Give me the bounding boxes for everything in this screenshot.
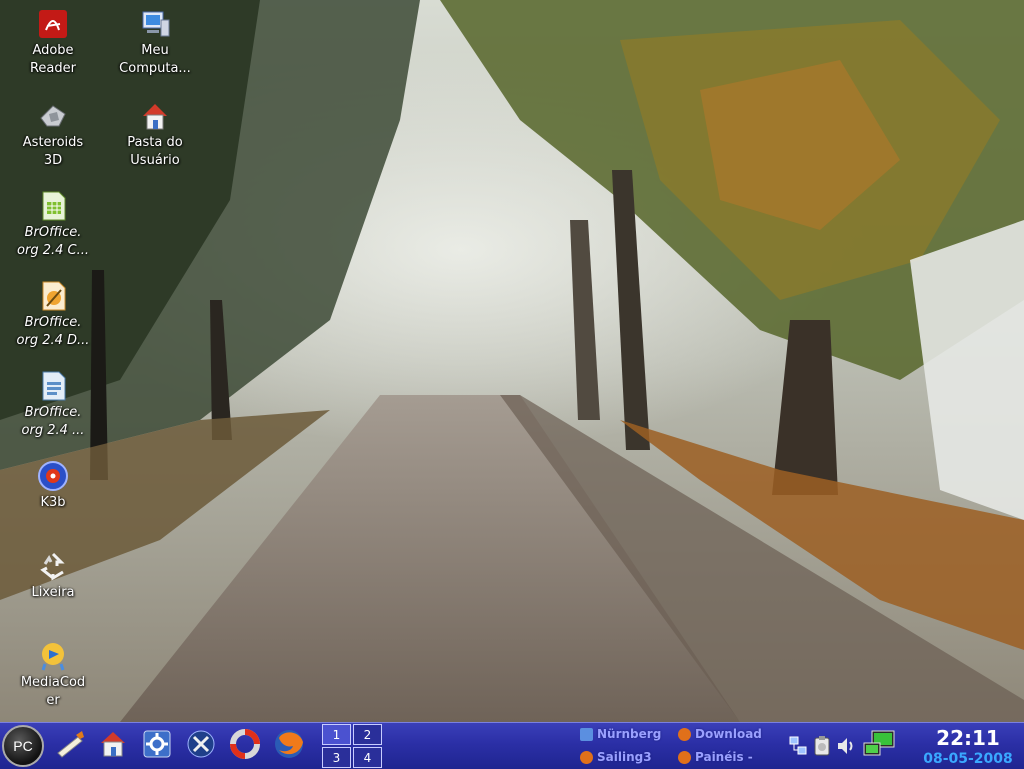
desktop-icon-broffice-draw[interactable]: BrOffice. org 2.4 D... — [8, 280, 98, 350]
disc-burn-icon — [37, 460, 69, 492]
presentation-icon — [37, 370, 69, 402]
desktop-icon-adobe-reader[interactable]: Adobe Reader — [8, 8, 98, 78]
task-list: Nürnberg Download Sailing3 Painéis - — [578, 723, 778, 769]
desktop-icon-label: BrOffice. org 2.4 ... — [21, 405, 85, 438]
desktop-icon-label: Adobe Reader — [29, 43, 76, 76]
drawing-icon — [37, 280, 69, 312]
taskbar: PC 1 2 3 4 Nürnberg Download Sailing3 Pa… — [0, 722, 1024, 769]
system-settings-icon — [142, 729, 172, 763]
desktop-icon-broffice-other[interactable]: BrOffice. org 2.4 ... — [8, 370, 98, 440]
pager-label: 3 — [332, 750, 341, 765]
task-button[interactable]: Download — [678, 724, 762, 744]
start-menu-button[interactable]: PC — [2, 725, 44, 767]
firefox-icon — [678, 727, 691, 741]
pager-label: 4 — [363, 750, 372, 765]
clock-time[interactable]: 22:11 — [918, 726, 1018, 750]
launcher-tools[interactable] — [184, 729, 218, 763]
media-encoder-icon — [37, 640, 69, 672]
launcher-firefox[interactable] — [272, 729, 306, 763]
task-label: Sailing3 — [597, 750, 652, 764]
desktop-icon-label: Lixeira — [31, 585, 75, 600]
task-label: Download — [695, 727, 762, 741]
volume-icon[interactable] — [836, 735, 856, 757]
pen-edit-icon — [54, 729, 84, 763]
desktop-icon-asteroids-3d[interactable]: Asteroids 3D — [8, 100, 98, 170]
network-manager-icon[interactable] — [862, 729, 896, 756]
task-label: Nürnberg — [597, 727, 662, 741]
desktop-icon-label: Meu Computa... — [119, 43, 191, 76]
pager-label: 2 — [363, 727, 372, 742]
task-button[interactable]: Sailing3 — [580, 747, 652, 767]
launcher-editor[interactable] — [52, 729, 86, 763]
firefox-icon — [580, 750, 593, 764]
desktop-pager: 1 2 3 4 — [322, 723, 384, 769]
folder-icon — [580, 727, 593, 741]
home-icon — [98, 729, 128, 763]
spreadsheet-icon — [37, 190, 69, 222]
firefox-icon — [678, 750, 691, 764]
start-menu-label: PC — [13, 738, 33, 754]
pager-desktop-4[interactable]: 4 — [353, 747, 382, 768]
pdf-icon — [37, 8, 69, 40]
desktop-icon-label: K3b — [40, 495, 66, 510]
task-button[interactable]: Painéis - — [678, 747, 753, 767]
clipboard-icon[interactable] — [812, 735, 832, 757]
desktop-icon-mediacoder[interactable]: MediaCod er — [8, 640, 98, 710]
desktop-icon-user-folder[interactable]: Pasta do Usuário — [110, 100, 200, 170]
desktop-icon-trash[interactable]: Lixeira — [8, 550, 98, 602]
help-lifebuoy-icon — [230, 729, 260, 763]
launcher-help[interactable] — [228, 729, 262, 763]
desktop-icon-label: Pasta do Usuário — [127, 135, 183, 168]
task-button[interactable]: Nürnberg — [580, 724, 661, 744]
launcher-home[interactable] — [96, 729, 130, 763]
desktop-icon-label: MediaCod er — [20, 675, 86, 708]
launcher-settings[interactable] — [140, 729, 174, 763]
desktop-icon-label: BrOffice. org 2.4 D... — [16, 315, 90, 348]
pager-desktop-2[interactable]: 2 — [353, 724, 382, 745]
pager-desktop-1[interactable]: 1 — [322, 724, 351, 745]
desktop-icon-label: BrOffice. org 2.4 C... — [17, 225, 89, 258]
desktop-icon-label: Asteroids 3D — [22, 135, 84, 168]
home-folder-icon — [139, 100, 171, 132]
pager-label: 1 — [332, 727, 341, 742]
trash-icon — [37, 550, 69, 582]
desktop-icon-broffice-calc[interactable]: BrOffice. org 2.4 C... — [8, 190, 98, 260]
desktop-icon-my-computer[interactable]: Meu Computa... — [110, 8, 200, 78]
clock-date: 08-05-2008 — [923, 751, 1013, 767]
desktop-icon-k3b[interactable]: K3b — [8, 460, 98, 512]
computer-icon — [139, 8, 171, 40]
pager-desktop-3[interactable]: 3 — [322, 747, 351, 768]
task-label: Painéis - — [695, 750, 753, 764]
tools-icon — [186, 729, 216, 763]
game-icon — [37, 100, 69, 132]
network-icon[interactable] — [788, 735, 808, 757]
firefox-icon — [273, 728, 305, 764]
